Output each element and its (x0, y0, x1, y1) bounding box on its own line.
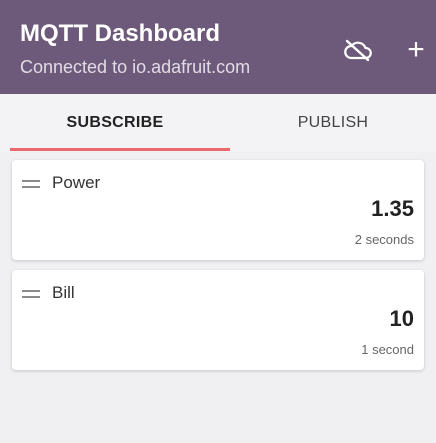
feed-card-bill[interactable]: Bill 10 1 second (12, 270, 424, 370)
app-bar: MQTT Dashboard Connected to io.adafruit.… (0, 0, 436, 94)
cloud-off-icon (344, 39, 372, 62)
tab-publish[interactable]: PUBLISH (230, 94, 436, 152)
tab-subscribe[interactable]: SUBSCRIBE (0, 94, 230, 152)
feed-value: 1.35 (371, 196, 414, 221)
drag-handle-icon[interactable] (22, 290, 40, 299)
drag-handle-icon[interactable] (22, 180, 40, 189)
feed-card-power[interactable]: Power 1.35 2 seconds (12, 160, 424, 260)
tab-bar: SUBSCRIBE PUBLISH (0, 94, 436, 152)
add-icon: + (407, 33, 425, 66)
feed-value: 10 (389, 306, 414, 331)
connection-status: Connected to io.adafruit.com (20, 57, 251, 77)
mqtt-dashboard-app: MQTT Dashboard Connected to io.adafruit.… (0, 0, 436, 443)
feed-timestamp: 2 seconds (354, 232, 414, 247)
feed-timestamp: 1 second (361, 342, 414, 357)
add-feed-button[interactable]: + (398, 32, 434, 68)
active-tab-indicator (10, 148, 230, 151)
cloud-off-button[interactable] (340, 32, 376, 68)
app-title: MQTT Dashboard (20, 20, 221, 47)
feed-name: Power (52, 173, 101, 192)
feed-name: Bill (52, 283, 75, 302)
